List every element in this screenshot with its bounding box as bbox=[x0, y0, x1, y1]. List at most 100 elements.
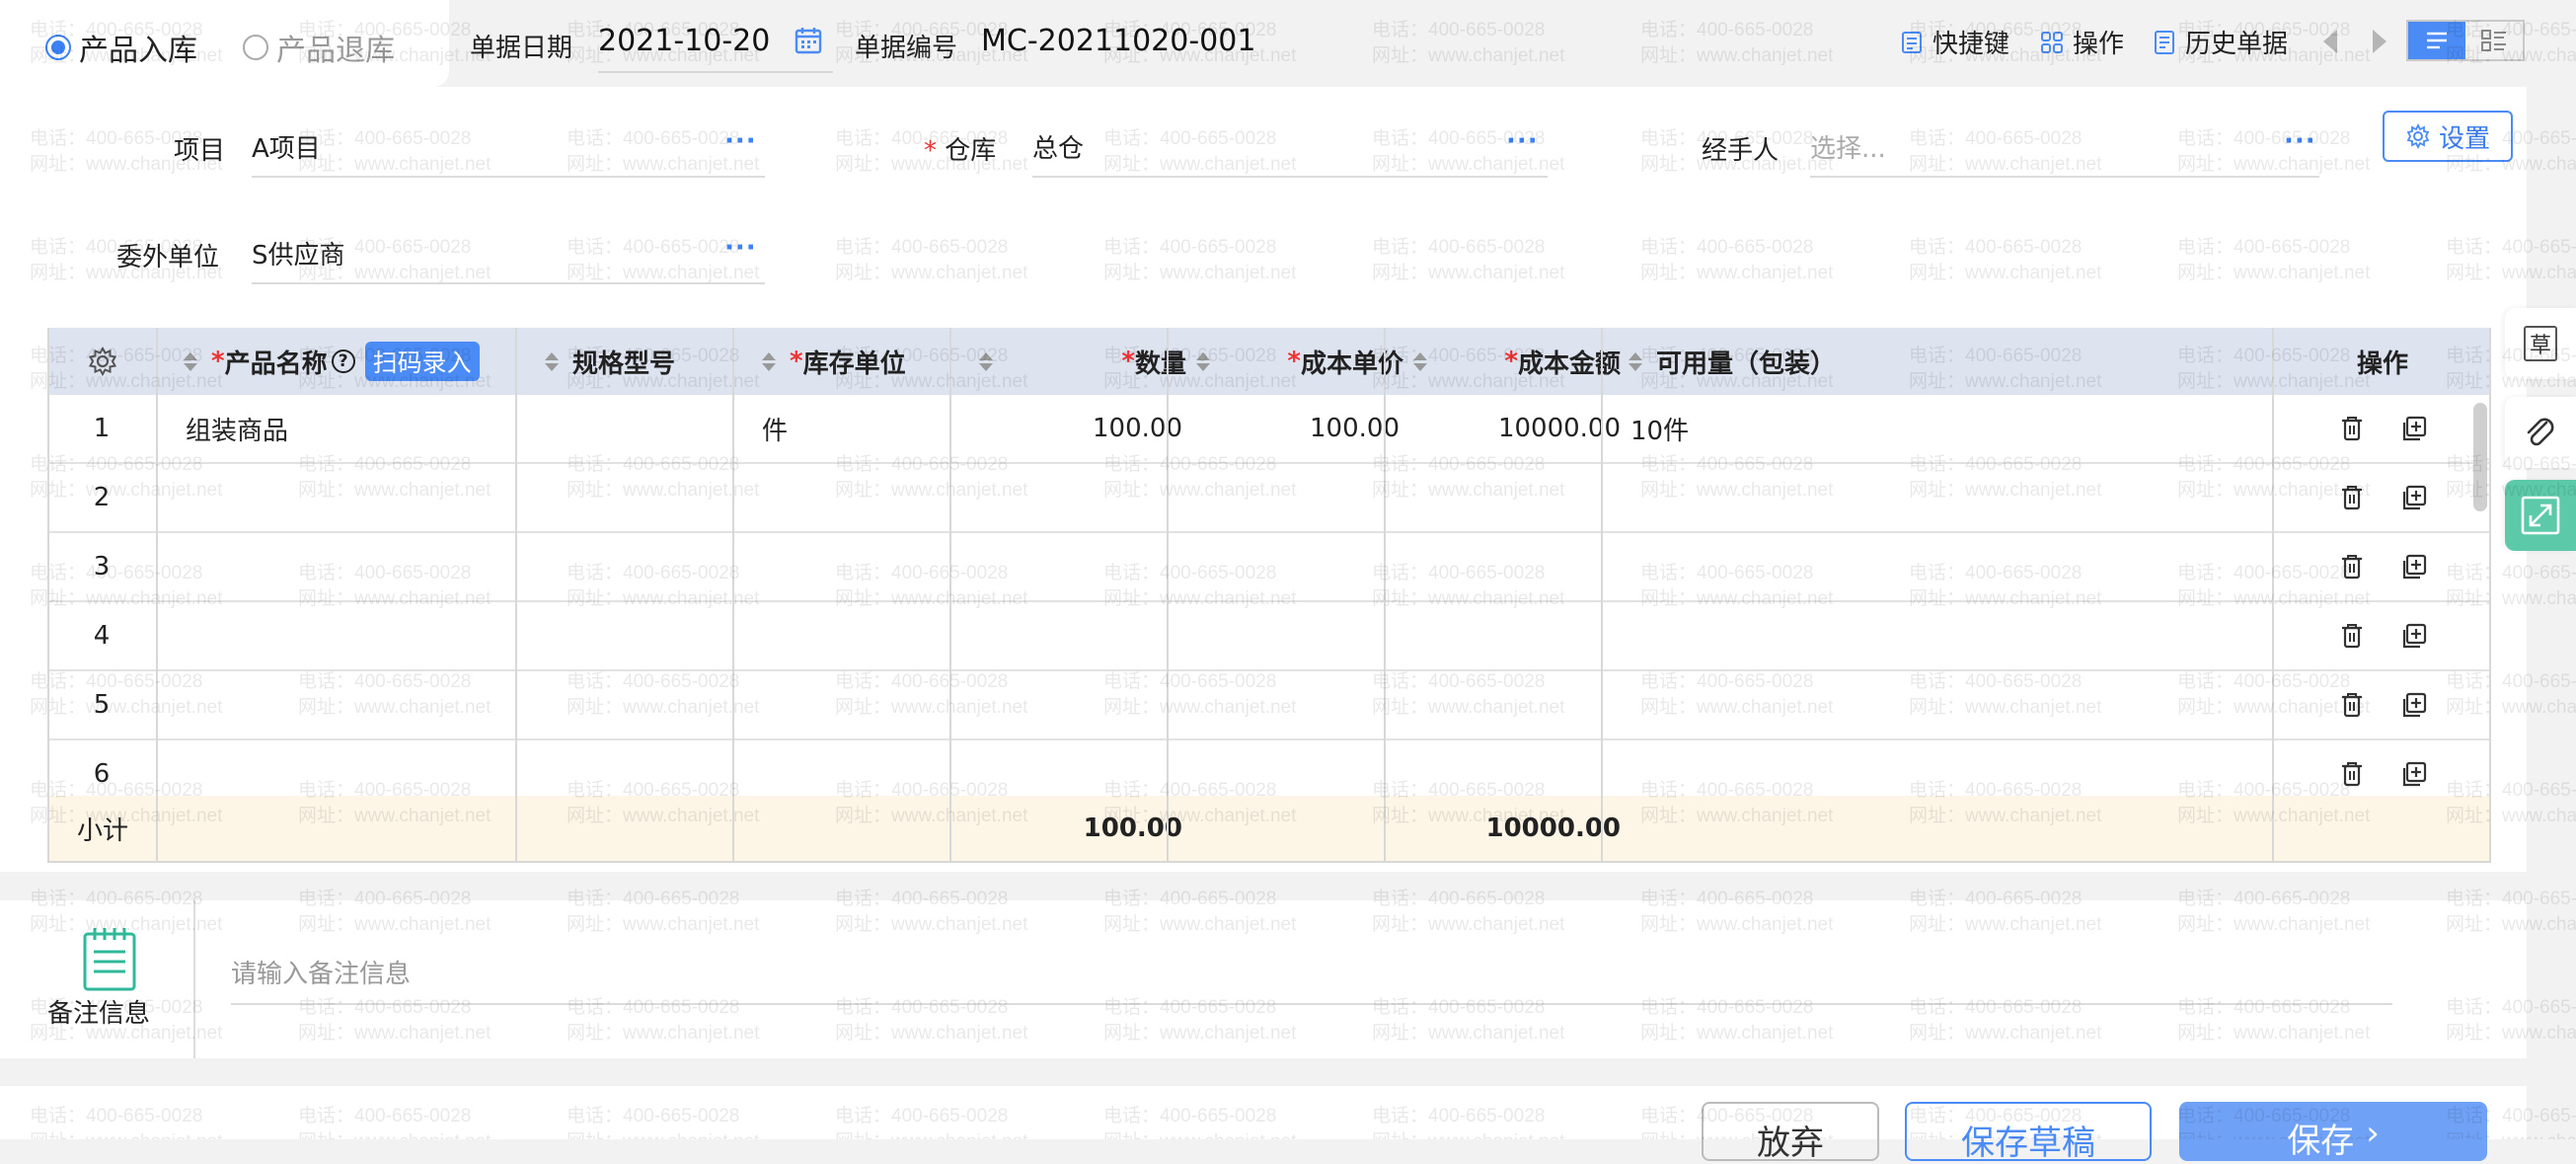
date-underline bbox=[598, 71, 833, 73]
table-bottom-border bbox=[47, 861, 2491, 863]
cell-qty[interactable] bbox=[979, 533, 1182, 600]
cell-amount[interactable] bbox=[1413, 671, 1621, 738]
expand-side-button[interactable] bbox=[2505, 480, 2576, 551]
scan-entry-button[interactable]: 扫码录入 bbox=[364, 342, 480, 381]
cell-unit[interactable] bbox=[762, 671, 940, 738]
sort-icon bbox=[545, 351, 559, 371]
cell-amount[interactable] bbox=[1413, 464, 1621, 531]
cell-unit[interactable]: 件 bbox=[762, 395, 940, 462]
cell-product[interactable] bbox=[186, 533, 501, 600]
sort-icon bbox=[1413, 351, 1427, 371]
cell-spec[interactable] bbox=[545, 602, 722, 669]
th-available[interactable]: 可用量（包装） bbox=[1629, 328, 1836, 395]
copy-row-icon[interactable] bbox=[2400, 691, 2428, 719]
warehouse-more-icon[interactable]: ··· bbox=[1506, 126, 1539, 156]
cell-price[interactable] bbox=[1196, 464, 1400, 531]
calendar-icon[interactable] bbox=[794, 26, 823, 62]
project-value[interactable]: A项目 bbox=[252, 128, 321, 165]
handler-input[interactable]: 选择... bbox=[1810, 128, 1886, 165]
operate-button[interactable]: 操作 bbox=[2039, 24, 2124, 60]
table-scrollbar[interactable] bbox=[2473, 403, 2487, 511]
code-label: 单据编号 bbox=[855, 34, 958, 63]
cell-qty[interactable] bbox=[979, 671, 1182, 738]
delete-row-icon[interactable] bbox=[2339, 553, 2367, 581]
handler-more-icon[interactable]: ··· bbox=[2284, 126, 2316, 156]
cell-product[interactable] bbox=[186, 602, 501, 669]
copy-row-icon[interactable] bbox=[2400, 484, 2428, 511]
prev-record-icon[interactable] bbox=[2323, 30, 2337, 53]
cell-spec[interactable] bbox=[545, 464, 722, 531]
shortcut-button[interactable]: 快捷键 bbox=[1899, 24, 2009, 60]
delete-row-icon[interactable] bbox=[2339, 622, 2367, 650]
radio-product-in[interactable]: 产品入库 bbox=[45, 26, 197, 69]
remark-input[interactable]: 请输入备注信息 bbox=[231, 954, 411, 990]
copy-row-icon[interactable] bbox=[2400, 622, 2428, 650]
cell-price[interactable]: 100.00 bbox=[1196, 395, 1400, 462]
code-value[interactable]: MC-20211020-001 bbox=[981, 24, 1255, 58]
cell-amount[interactable] bbox=[1413, 533, 1621, 600]
save-button[interactable]: 保存 › bbox=[2179, 1102, 2487, 1161]
cell-unit[interactable] bbox=[762, 602, 940, 669]
delete-row-icon[interactable] bbox=[2339, 691, 2367, 719]
cell-qty[interactable] bbox=[979, 602, 1182, 669]
copy-row-icon[interactable] bbox=[2400, 760, 2428, 788]
top-bar: 产品入库 产品退库 单据日期 2021-10-20 单据编号 MC-202110… bbox=[0, 0, 2527, 87]
radio-product-out[interactable]: 产品退库 bbox=[243, 26, 395, 69]
draft-side-button[interactable]: 草 bbox=[2505, 308, 2576, 379]
discard-button[interactable]: 放弃 bbox=[1702, 1102, 1879, 1163]
settings-button[interactable]: 设置 bbox=[2383, 111, 2513, 162]
cell-qty[interactable] bbox=[979, 464, 1182, 531]
table-row: 5 bbox=[47, 671, 2491, 740]
copy-row-icon[interactable] bbox=[2400, 553, 2428, 581]
th-available-label: 可用量（包装） bbox=[1656, 349, 1837, 379]
cell-product[interactable]: 组装商品 bbox=[186, 395, 501, 462]
cell-qty[interactable]: 100.00 bbox=[979, 395, 1182, 462]
cell-amount[interactable] bbox=[1413, 602, 1621, 669]
cell-unit[interactable] bbox=[762, 533, 940, 600]
attachment-side-button[interactable] bbox=[2505, 397, 2576, 468]
cell-price[interactable] bbox=[1196, 602, 1400, 669]
history-button[interactable]: 历史单据 bbox=[2152, 24, 2288, 60]
cell-available[interactable] bbox=[1630, 533, 2025, 600]
cell-product[interactable] bbox=[186, 464, 501, 531]
cell-available[interactable]: 10件 bbox=[1630, 395, 2025, 462]
save-draft-button[interactable]: 保存草稿 bbox=[1905, 1102, 2152, 1163]
cell-spec[interactable] bbox=[545, 533, 722, 600]
delete-row-icon[interactable] bbox=[2339, 415, 2367, 442]
th-spec[interactable]: 规格型号 bbox=[545, 328, 675, 395]
help-icon[interactable]: ? bbox=[331, 349, 355, 373]
delete-row-icon[interactable] bbox=[2339, 760, 2367, 788]
outsource-more-icon[interactable]: ··· bbox=[724, 233, 757, 263]
copy-row-icon[interactable] bbox=[2400, 415, 2428, 442]
cell-available[interactable] bbox=[1630, 602, 2025, 669]
table-header: * 产品名称 ? 扫码录入 规格型号 * 库存单位 * 数量 * 成本单价 * 成本金额 bbox=[47, 328, 2491, 395]
cell-product[interactable] bbox=[186, 671, 501, 738]
cell-available[interactable] bbox=[1630, 464, 2025, 531]
cell-price[interactable] bbox=[1196, 533, 1400, 600]
th-qty[interactable]: * 数量 bbox=[979, 328, 1186, 395]
list-view-button[interactable] bbox=[2408, 22, 2465, 59]
warehouse-value[interactable]: 总仓 bbox=[1032, 128, 1084, 165]
column-settings-icon[interactable] bbox=[87, 346, 118, 384]
cell-available[interactable] bbox=[1630, 671, 2025, 738]
date-value[interactable]: 2021-10-20 bbox=[598, 24, 770, 58]
settings-label: 设置 bbox=[2438, 123, 2490, 154]
th-product[interactable]: * 产品名称 ? 扫码录入 bbox=[184, 328, 480, 395]
th-amount[interactable]: * 成本金额 bbox=[1413, 328, 1621, 395]
th-amount-label: 成本金额 bbox=[1517, 349, 1621, 379]
cell-amount[interactable]: 10000.00 bbox=[1413, 395, 1621, 462]
cell-spec[interactable] bbox=[545, 395, 722, 462]
project-more-icon[interactable]: ··· bbox=[724, 126, 757, 156]
cell-price[interactable] bbox=[1196, 671, 1400, 738]
next-record-icon[interactable] bbox=[2373, 30, 2387, 53]
outsource-value[interactable]: S供应商 bbox=[252, 235, 345, 272]
th-price[interactable]: * 成本单价 bbox=[1196, 328, 1403, 395]
cell-spec[interactable] bbox=[545, 671, 722, 738]
th-unit[interactable]: * 库存单位 bbox=[762, 328, 906, 395]
cell-no: 1 bbox=[93, 414, 111, 443]
card-view-button[interactable] bbox=[2465, 22, 2523, 59]
warehouse-label: * 仓库 bbox=[924, 136, 997, 166]
save-label: 保存 bbox=[2287, 1122, 2355, 1161]
delete-row-icon[interactable] bbox=[2339, 484, 2367, 511]
cell-unit[interactable] bbox=[762, 464, 940, 531]
